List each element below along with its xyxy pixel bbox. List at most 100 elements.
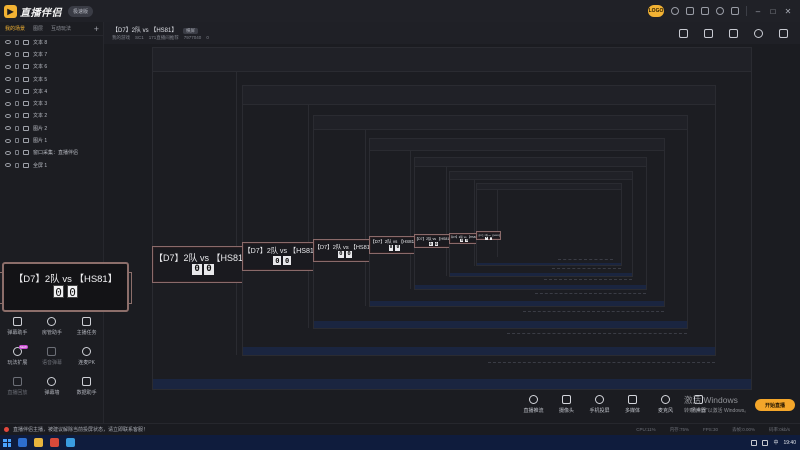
layer-item[interactable]: 文本 6 xyxy=(0,61,103,73)
tool-button[interactable]: 连麦PK xyxy=(72,342,102,372)
version-badge[interactable]: 极速版 xyxy=(68,5,94,17)
layer-item[interactable]: 图片 2 xyxy=(0,122,103,134)
shop-icon[interactable] xyxy=(686,7,694,15)
lock-icon[interactable] xyxy=(15,64,19,70)
lock-icon[interactable] xyxy=(15,138,19,144)
scorecard-overlay[interactable]: 【D7】2队 vs 【HS81】 0 0 xyxy=(0,262,132,312)
lock-icon[interactable] xyxy=(15,150,19,156)
windows-start-icon[interactable] xyxy=(3,438,11,447)
lock-icon[interactable] xyxy=(15,162,19,168)
mirrored-score-left: 0 xyxy=(388,244,394,251)
browser-icon[interactable] xyxy=(66,438,75,447)
visibility-eye-icon[interactable] xyxy=(5,138,11,143)
layer-item[interactable]: 文本 3 xyxy=(0,97,103,109)
layer-type-icon xyxy=(23,125,29,131)
layer-item[interactable]: 全屏 1 xyxy=(0,159,103,171)
help-icon[interactable] xyxy=(716,7,724,15)
bottom-tool-button[interactable]: 手机投屏 xyxy=(586,393,613,423)
network-icon[interactable] xyxy=(751,439,758,446)
tool-button[interactable]: 直播回放 xyxy=(2,372,32,402)
maximize-icon[interactable]: □ xyxy=(769,7,777,16)
layer-item[interactable]: 文本 2 xyxy=(0,110,103,122)
bottom-tool-button[interactable]: 麦克风 xyxy=(652,393,679,423)
tool-button[interactable]: 弹幕助手 xyxy=(2,312,32,342)
camera-icon xyxy=(562,395,571,404)
lock-icon[interactable] xyxy=(15,51,19,57)
visibility-eye-icon[interactable] xyxy=(5,64,11,69)
tool-button[interactable]: 房管助手 xyxy=(37,312,67,342)
preview-canvas[interactable]: 【D7】2队 vs 【HS81】 0 0 【D7】2队 vs 【HS81】 0 0 【D7】… xyxy=(152,47,752,390)
tab-layers[interactable]: 图层 xyxy=(33,25,43,32)
input-method[interactable]: 中 xyxy=(773,439,778,446)
layer-item[interactable]: 文本 7 xyxy=(0,48,103,60)
start-live-button[interactable]: 开始直播 xyxy=(755,399,795,411)
minimize-icon[interactable]: – xyxy=(754,7,762,16)
lock-icon[interactable] xyxy=(15,125,19,131)
tool-button[interactable]: 主播任务 xyxy=(72,312,102,342)
add-layer-icon[interactable]: + xyxy=(94,24,99,34)
mirrored-scorecard: 【D7】2队 vs 【HS81】 0 0 xyxy=(413,234,454,249)
user-avatar[interactable]: LOGO xyxy=(648,5,664,17)
search-icon[interactable] xyxy=(18,438,27,447)
performance-stats: CPU:11% 内存:75% FPS:30 丢帧:0.00% 码率:0kb/s xyxy=(636,427,790,433)
mic-icon xyxy=(47,347,57,356)
visibility-eye-icon[interactable] xyxy=(5,126,11,131)
tool-label: 语音弹幕 xyxy=(41,360,62,366)
meta-category[interactable]: 我的游戏 xyxy=(112,35,130,41)
orientation-badge[interactable]: 横屏 xyxy=(183,28,199,34)
visibility-eye-icon[interactable] xyxy=(5,150,11,155)
lock-icon[interactable] xyxy=(15,88,19,94)
file-explorer-icon[interactable] xyxy=(34,438,43,447)
visibility-eye-icon[interactable] xyxy=(5,163,11,168)
bottom-tool-button[interactable]: 直播推流 xyxy=(520,393,547,423)
tab-scenes[interactable]: 我的场景 xyxy=(5,25,25,32)
visibility-eye-icon[interactable] xyxy=(5,101,11,106)
notification-icon[interactable] xyxy=(671,7,679,15)
lock-icon[interactable] xyxy=(15,76,19,82)
lock-icon[interactable] xyxy=(729,29,738,38)
lock-icon[interactable] xyxy=(15,101,19,107)
layer-item[interactable]: 文本 8 xyxy=(0,36,103,48)
mirrored-scorecard: 【D7】2队 vs 【HS81】 0 0 xyxy=(448,232,481,244)
layer-item[interactable]: 图片 1 xyxy=(0,134,103,146)
layer-type-icon xyxy=(23,162,29,168)
layer-item[interactable]: 文本 4 xyxy=(0,85,103,97)
windows-activation-watermark: 激活 Windows 转到"设置"以激活 Windows。 xyxy=(684,395,750,414)
live-app-icon[interactable] xyxy=(50,438,59,447)
apps-icon: NEW xyxy=(12,345,28,356)
share-icon[interactable] xyxy=(679,29,688,38)
tool-button[interactable]: 数据助手 xyxy=(72,372,102,402)
meta-recommend: 171直播间推荐 xyxy=(148,35,179,40)
divider xyxy=(746,6,747,16)
lock-icon[interactable] xyxy=(15,113,19,119)
layer-item[interactable]: 文本 5 xyxy=(0,73,103,85)
clock[interactable]: 19:40 xyxy=(783,440,796,446)
layer-item[interactable]: 窗口采集：直播伴侣 xyxy=(0,147,103,159)
visibility-eye-icon[interactable] xyxy=(5,77,11,82)
visibility-eye-icon[interactable] xyxy=(5,40,11,45)
gift-icon[interactable] xyxy=(701,7,709,15)
tool-button[interactable]: 语音弹幕 xyxy=(37,342,67,372)
tool-button[interactable]: 弹幕墙 xyxy=(37,372,67,402)
tab-interact[interactable]: 互动玩法 xyxy=(51,25,71,32)
menu-icon[interactable] xyxy=(731,7,739,15)
bottom-tool-button[interactable]: 摄像头 xyxy=(553,393,580,423)
alert-icon xyxy=(4,427,9,432)
close-icon[interactable]: ✕ xyxy=(784,7,792,16)
home-icon[interactable] xyxy=(754,29,763,38)
layer-label: 文本 4 xyxy=(33,88,48,95)
visibility-eye-icon[interactable] xyxy=(5,89,11,94)
scene-title[interactable]: 【D7】2队 vs 【HS81】 xyxy=(112,28,177,34)
lock-icon[interactable] xyxy=(15,39,19,45)
meta-room-id: 7977040 xyxy=(183,35,202,40)
visibility-eye-icon[interactable] xyxy=(5,113,11,118)
visibility-eye-icon[interactable] xyxy=(5,52,11,57)
bottom-tool-button[interactable]: 多媒体 xyxy=(619,393,646,423)
settings-icon[interactable] xyxy=(779,29,788,38)
bag-icon[interactable] xyxy=(704,29,713,38)
tool-button[interactable]: NEW 玩法扩展 xyxy=(2,342,32,372)
volume-icon[interactable] xyxy=(762,439,769,446)
stat-item: 内存:75% xyxy=(669,426,689,432)
mirrored-scorecard: 【D7】2队 vs 【HS81】 0 0 xyxy=(242,241,323,271)
tool-label: 弹幕助手 xyxy=(7,330,28,336)
